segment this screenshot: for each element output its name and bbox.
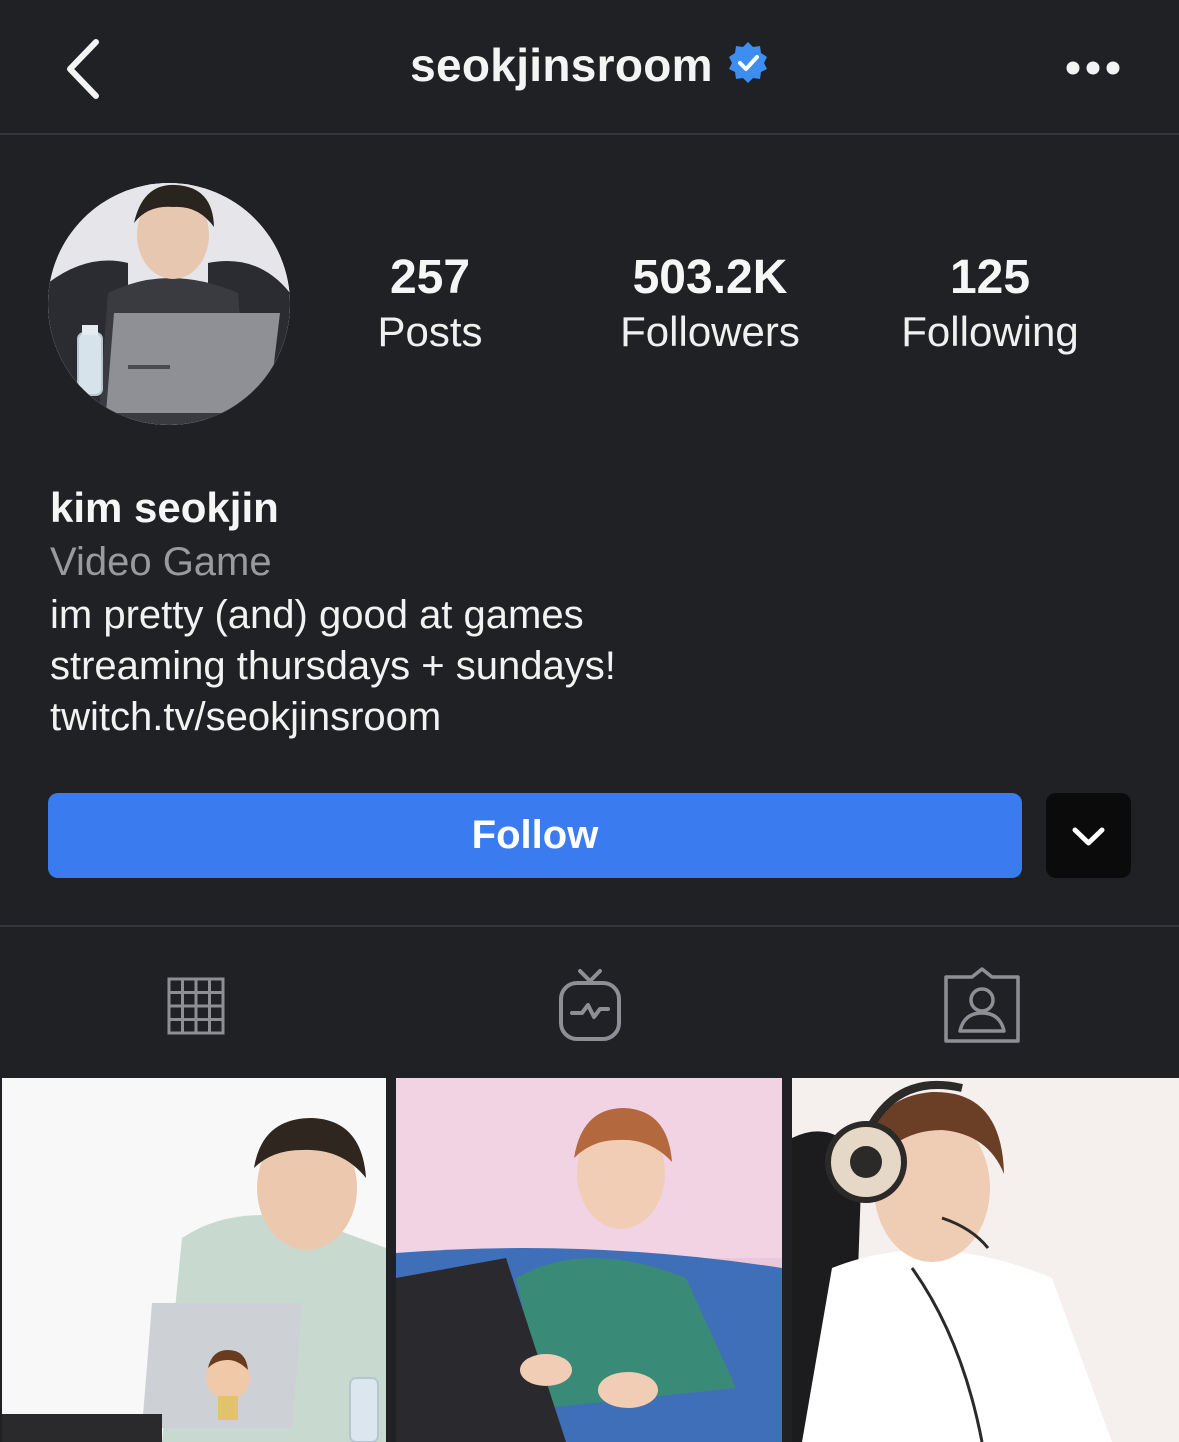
- posts-grid: [0, 1078, 1179, 1442]
- post-image: [792, 1078, 1179, 1442]
- profile-avatar[interactable]: [48, 183, 290, 425]
- profile-bio: kim seokjin Video Game im pretty (and) g…: [50, 482, 1130, 743]
- follow-button[interactable]: Follow: [48, 793, 1022, 878]
- tab-tagged[interactable]: [942, 967, 1022, 1043]
- profile-category: Video Game: [50, 540, 272, 584]
- grid-icon: [167, 977, 225, 1035]
- top-navigation-bar: seokjinsroom: [0, 0, 1179, 135]
- avatar-photo: [48, 183, 290, 425]
- following-count-label: Following: [901, 308, 1079, 355]
- bio-line-1: im pretty (and) good at games: [50, 593, 584, 637]
- more-options-button[interactable]: [1062, 50, 1124, 86]
- post-thumbnail[interactable]: [396, 1078, 782, 1442]
- following-count[interactable]: 125 Following: [880, 248, 1100, 356]
- bio-link[interactable]: twitch.tv/seokjinsroom: [50, 692, 1130, 743]
- followers-count[interactable]: 503.2K Followers: [590, 248, 830, 356]
- igtv-icon: [559, 969, 621, 1041]
- suggested-accounts-dropdown-button[interactable]: [1046, 793, 1131, 878]
- post-thumbnail[interactable]: [2, 1078, 386, 1442]
- following-count-value: 125: [949, 251, 1031, 304]
- verified-badge-icon: [728, 42, 767, 83]
- posts-count-value: 257: [389, 251, 471, 304]
- tab-igtv[interactable]: [550, 967, 630, 1043]
- profile-header-title: seokjinsroom: [0, 38, 1179, 92]
- more-horizontal-icon: [1066, 61, 1120, 75]
- post-image: [396, 1078, 782, 1442]
- posts-count-label: Posts: [377, 308, 483, 355]
- post-thumbnail[interactable]: [792, 1078, 1179, 1442]
- followers-count-label: Followers: [620, 308, 800, 355]
- bio-line-2: streaming thursdays + sundays!: [50, 644, 616, 688]
- followers-count-value: 503.2K: [632, 251, 788, 304]
- chevron-down-icon: [1072, 827, 1105, 846]
- profile-tabs: [0, 925, 1179, 1078]
- username-title: seokjinsroom: [410, 39, 713, 91]
- tab-posts-grid[interactable]: [156, 967, 236, 1043]
- tagged-user-icon: [944, 967, 1020, 1043]
- display-name: kim seokjin: [50, 484, 279, 531]
- post-image: [2, 1078, 386, 1442]
- posts-count[interactable]: 257 Posts: [340, 248, 520, 356]
